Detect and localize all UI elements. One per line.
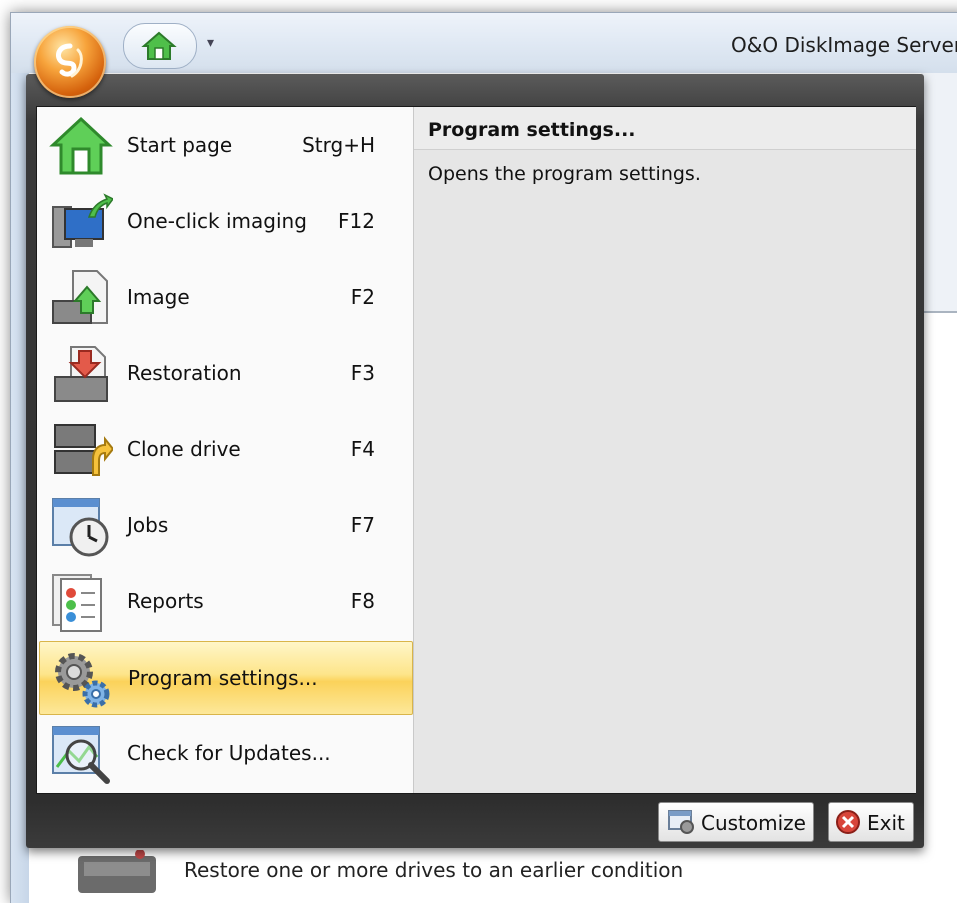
menu-item-label: Jobs: [127, 513, 169, 537]
menu-item-start-page[interactable]: Start page Strg+H: [39, 109, 411, 183]
restoration-icon: [49, 343, 113, 407]
title-bar: ▾ O&O DiskImage Server: [11, 13, 957, 73]
reports-icon: [49, 571, 113, 635]
clone-drive-icon: [49, 419, 115, 483]
exit-button[interactable]: Exit: [828, 802, 914, 842]
menu-item-image[interactable]: Image F2: [39, 261, 411, 335]
quick-access-dropdown-icon[interactable]: ▾: [207, 35, 214, 51]
menu-item-shortcut: Strg+H: [302, 133, 375, 157]
menu-item-reports[interactable]: Reports F8: [39, 565, 411, 639]
gears-icon: [50, 648, 114, 712]
menu-item-list: Start page Strg+H One-click imaging F12: [37, 107, 413, 793]
jobs-clock-icon: [49, 495, 113, 559]
menu-item-label: One-click imaging: [127, 209, 307, 233]
menu-item-one-click-imaging[interactable]: One-click imaging F12: [39, 185, 411, 259]
description-text: Opens the program settings.: [428, 163, 701, 185]
check-updates-icon: [49, 723, 113, 787]
customize-button[interactable]: Customize: [658, 802, 814, 842]
one-click-imaging-icon: [49, 191, 115, 255]
menu-item-shortcut: F4: [350, 437, 375, 461]
menu-item-label: Restoration: [127, 361, 242, 385]
menu-description-panel: Program settings... Opens the program se…: [413, 107, 916, 793]
window-title: O&O DiskImage Server: [731, 33, 957, 57]
menu-item-label: Start page: [127, 133, 233, 157]
description-title: Program settings...: [428, 119, 636, 141]
exit-label: Exit: [867, 811, 905, 835]
menu-item-label: Image: [127, 285, 190, 309]
customize-icon: [668, 810, 694, 834]
ribbon-area: [921, 73, 957, 313]
oo-logo-icon: [55, 43, 83, 78]
menu-item-label: Check for Updates...: [127, 741, 331, 765]
menu-item-shortcut: F7: [350, 513, 375, 537]
drive-icon: [74, 849, 160, 893]
customize-label: Customize: [701, 811, 806, 835]
menu-item-shortcut: F3: [350, 361, 375, 385]
menu-item-program-settings[interactable]: Program settings...: [39, 641, 413, 715]
menu-item-label: Clone drive: [127, 437, 241, 461]
menu-item-label: Program settings...: [128, 666, 318, 690]
description-panel-header: Program settings...: [414, 107, 916, 150]
menu-item-label: Reports: [127, 589, 204, 613]
menu-item-shortcut: F8: [350, 589, 375, 613]
menu-item-jobs[interactable]: Jobs F7: [39, 489, 411, 563]
home-icon: [49, 115, 113, 179]
application-orb-button[interactable]: [34, 26, 106, 98]
home-icon: [141, 31, 177, 60]
application-menu-body: Start page Strg+H One-click imaging F12: [36, 106, 916, 794]
application-menu: Start page Strg+H One-click imaging F12: [26, 74, 924, 848]
menu-item-shortcut: F2: [350, 285, 375, 309]
menu-item-shortcut: F12: [338, 209, 375, 233]
quick-access-home-button[interactable]: [123, 23, 197, 69]
image-backup-icon: [49, 267, 113, 331]
menu-item-check-for-updates[interactable]: Check for Updates...: [39, 717, 411, 791]
restoration-caption: Restore one or more drives to an earlier…: [184, 858, 684, 882]
exit-icon: [836, 810, 860, 834]
menu-item-restoration[interactable]: Restoration F3: [39, 337, 411, 411]
menu-item-clone-drive[interactable]: Clone drive F4: [39, 413, 411, 487]
